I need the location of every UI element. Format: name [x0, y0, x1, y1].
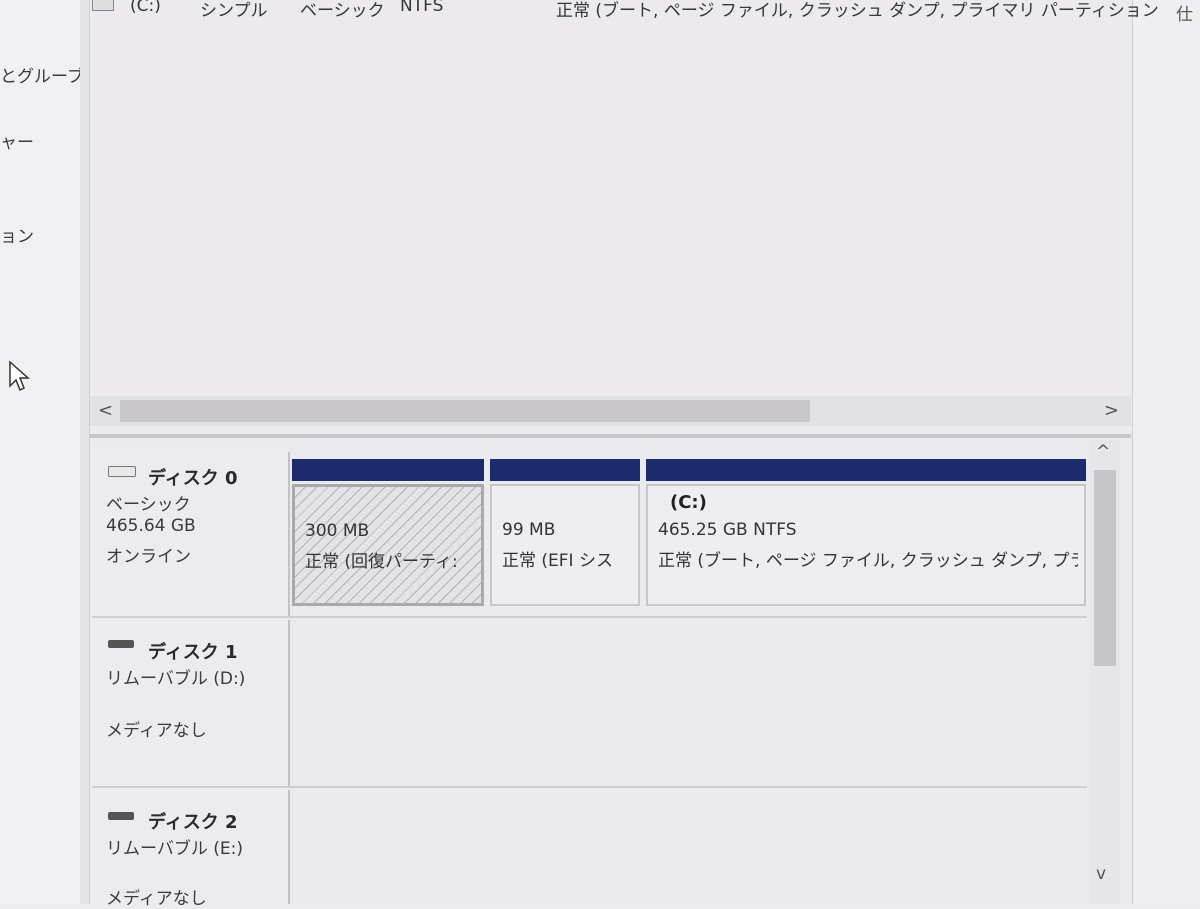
partition-size: 99 MB	[502, 520, 556, 540]
horizontal-scrollbar[interactable]: < >	[90, 396, 1131, 426]
removable-disk-icon	[108, 812, 134, 820]
disk-type: ベーシック	[106, 495, 191, 515]
actions-pane	[1132, 0, 1200, 904]
partition-status: 正常 (EFI シス	[502, 551, 613, 571]
partition-bar	[490, 459, 640, 481]
disk-size: 465.64 GB	[106, 516, 196, 536]
vertical-scroll-thumb[interactable]	[1094, 470, 1116, 666]
disk-name: ディスク 0	[148, 468, 238, 489]
horizontal-scroll-thumb[interactable]	[120, 400, 810, 422]
volume-cell[interactable]: (C:)	[130, 0, 161, 16]
partition-title: (C:)	[670, 492, 707, 513]
type-cell[interactable]: ベーシック	[300, 0, 385, 21]
filesystem-cell[interactable]: NTFS	[400, 0, 443, 16]
nav-item-groups[interactable]: とグルーブ	[0, 62, 84, 87]
nav-item-application[interactable]: ョン	[0, 222, 34, 247]
partition-bar	[646, 459, 1086, 481]
removable-disk-icon	[108, 640, 134, 648]
disk-state: オンライン	[106, 547, 191, 567]
drive-icon	[92, 0, 114, 11]
row-divider	[92, 616, 1087, 618]
hard-disk-icon	[108, 466, 136, 477]
disk-2-label[interactable]: ディスク 2 リムーバブル (E:) メディアなし	[92, 790, 290, 909]
row-divider	[92, 786, 1087, 788]
partition-size: 300 MB	[305, 521, 370, 541]
disk-type: リムーバブル (E:)	[106, 839, 243, 859]
disk-state: メディアなし	[106, 721, 207, 741]
disk-name: ディスク 2	[148, 812, 238, 833]
partition-c[interactable]: (C:) 465.25 GB NTFS 正常 (ブート, ページ ファイル, ク…	[646, 484, 1086, 606]
disk-1-label[interactable]: ディスク 1 リムーバブル (D:) メディアなし	[92, 620, 290, 786]
nav-item-manager[interactable]: ャー	[0, 128, 34, 153]
disk-0-label[interactable]: ディスク 0 ベーシック 465.64 GB オンライン	[92, 452, 290, 618]
scroll-up-icon[interactable]: ^	[1096, 442, 1110, 462]
volume-list	[90, 0, 1131, 395]
actions-pane-text: 仕	[1176, 5, 1193, 25]
mouse-cursor-icon	[9, 360, 30, 392]
vertical-scrollbar[interactable]: ^ v	[1090, 440, 1120, 904]
partition-status: 正常 (回復パーティ:	[305, 552, 458, 572]
partition-efi[interactable]: 99 MB 正常 (EFI シス	[490, 484, 640, 606]
disk-type: リムーバブル (D:)	[106, 669, 246, 689]
partition-size: 465.25 GB NTFS	[658, 520, 797, 540]
scroll-down-icon[interactable]: v	[1096, 864, 1106, 884]
disk-name: ディスク 1	[148, 642, 238, 663]
scroll-right-icon[interactable]: >	[1104, 400, 1119, 421]
partition-status: 正常 (ブート, ページ ファイル, クラッシュ ダンプ, プラ-	[658, 551, 1078, 571]
disk-state: メディアなし	[106, 889, 207, 909]
partition-recovery[interactable]: 300 MB 正常 (回復パーティ:	[292, 484, 484, 606]
navigation-pane: とグルーブ ャー ョン	[0, 0, 84, 904]
pane-divider[interactable]	[80, 0, 90, 904]
status-cell[interactable]: 正常 (ブート, ページ ファイル, クラッシュ ダンプ, プライマリ パーティ…	[556, 0, 1159, 21]
scroll-left-icon[interactable]: <	[98, 400, 113, 421]
partition-bar	[292, 459, 484, 481]
layout-cell[interactable]: シンプル	[200, 0, 268, 21]
